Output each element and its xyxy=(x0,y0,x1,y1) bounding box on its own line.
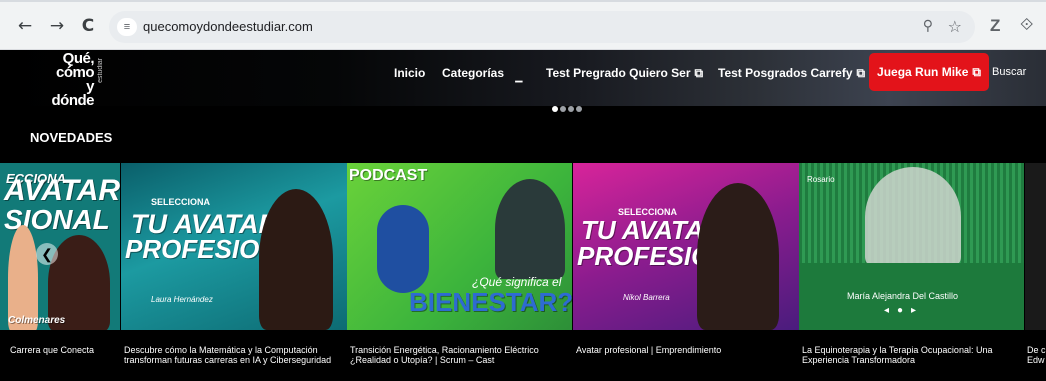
card-caption[interactable]: Avatar profesional | Emprendimiento xyxy=(576,345,799,355)
nav-test-pregrado-label: Test Pregrado Quiero Ser xyxy=(546,66,691,80)
news-card[interactable]: Rosario María Alejandra Del Castillo ◂●▸… xyxy=(799,163,1024,381)
slider-dot[interactable] xyxy=(560,106,566,112)
site-logo[interactable]: Qué, cómo y dónde estudiar xyxy=(46,51,112,108)
slider-dot[interactable] xyxy=(568,106,574,112)
nav-inicio[interactable]: Inicio xyxy=(394,66,425,80)
news-card[interactable]: SELECCIONA TU AVATAR PROFESIONAL Nikol B… xyxy=(573,163,799,381)
card-caption[interactable]: Carrera que Conecta xyxy=(10,345,120,355)
novedades-carousel: ECCIONA AVATAR SIONAL ❮ Colmenares Carre… xyxy=(0,163,1046,381)
person-photo xyxy=(495,179,565,279)
url-text[interactable]: quecomoydondeestudiar.com xyxy=(143,19,313,34)
card-image: Rosario María Alejandra Del Castillo ◂●▸ xyxy=(799,163,1024,330)
slider-dot[interactable] xyxy=(552,106,558,112)
site-header: Qué, cómo y dónde estudiar Inicio Catego… xyxy=(0,50,1046,112)
card-image-text: Rosario xyxy=(807,175,835,184)
card-caption[interactable]: De c Edw xyxy=(1027,345,1046,365)
reload-icon[interactable]: C xyxy=(77,15,99,37)
search-link[interactable]: Buscar xyxy=(992,66,1026,78)
nav-test-posgrados-label: Test Posgrados Carrefy xyxy=(718,66,853,80)
person-photo xyxy=(865,167,961,267)
news-card[interactable]: SELECCIONA TU AVATAR PROFESIONAL Laura H… xyxy=(121,163,347,381)
zoom-icon[interactable]: ⚲ xyxy=(923,18,933,34)
section-title-novedades: NOVEDADES xyxy=(30,130,113,145)
card-caption[interactable]: Descubre cómo la Matemática y la Computa… xyxy=(124,345,347,365)
card-image-text: AVATAR xyxy=(4,174,120,207)
card-image-text: Colmenares xyxy=(8,315,66,326)
external-link-icon: ⧉ xyxy=(694,66,704,80)
news-card[interactable]: De c Edw xyxy=(1025,163,1046,381)
address-bar[interactable]: ≡ quecomoydondeestudiar.com ⚲ ☆ xyxy=(109,11,975,43)
card-caption[interactable]: La Equinoterapia y la Terapia Ocupaciona… xyxy=(802,345,1024,365)
card-image xyxy=(1025,163,1046,330)
nav-test-pregrado[interactable]: Test Pregrado Quiero Ser ⧉ xyxy=(546,66,703,81)
card-image: SELECCIONA TU AVATAR PROFESIONAL Laura H… xyxy=(121,163,347,330)
external-link-icon: ⧉ xyxy=(856,66,866,80)
external-link-icon: ⧉ xyxy=(972,65,981,79)
juega-run-mike-button[interactable]: Juega Run Mike ⧉ xyxy=(869,53,989,91)
extensions-puzzle-icon[interactable]: ⟐ xyxy=(1020,15,1033,35)
nav-test-posgrados[interactable]: Test Posgrados Carrefy ⧉ xyxy=(718,66,865,81)
browser-toolbar: ← → C ≡ quecomoydondeestudiar.com ⚲ ☆ Z … xyxy=(0,0,1046,50)
chevron-down-icon: ▁ xyxy=(515,72,523,82)
nav-categorias-label: Categorías xyxy=(442,66,505,80)
logo-line: dónde xyxy=(51,92,95,109)
bookmark-star-icon[interactable]: ☆ xyxy=(948,17,962,36)
person-photo xyxy=(697,183,779,330)
card-image: SELECCIONA TU AVATAR PROFESIONAL Nikol B… xyxy=(573,163,799,330)
carousel-prev-icon[interactable]: ❮ xyxy=(36,243,58,265)
logo-line: cómo y xyxy=(55,64,95,95)
back-icon[interactable]: ← xyxy=(14,15,36,37)
card-image-text: María Alejandra Del Castillo xyxy=(847,291,959,301)
person-photo xyxy=(259,189,333,330)
slider-dot[interactable] xyxy=(576,106,582,112)
card-image: ECCIONA AVATAR SIONAL ❮ Colmenares xyxy=(0,163,120,330)
card-image-text: PODCAST xyxy=(349,167,428,184)
news-card[interactable]: ECCIONA AVATAR SIONAL ❮ Colmenares Carre… xyxy=(0,163,120,381)
card-image-text: Laura Hernández xyxy=(151,295,213,304)
card-image-text: Nikol Barrera xyxy=(623,293,670,302)
site-info-icon[interactable]: ≡ xyxy=(117,18,137,36)
play-controls-icon: ◂●▸ xyxy=(884,305,925,316)
cta-label: Juega Run Mike xyxy=(877,65,969,79)
slider-dots xyxy=(552,99,584,117)
card-image-text: BIENESTAR? xyxy=(409,287,572,317)
forward-icon[interactable]: → xyxy=(46,15,68,37)
logo-subtitle: estudiar xyxy=(97,58,104,83)
card-image-text: SELECCIONA xyxy=(151,197,211,207)
news-card[interactable]: PODCAST ¿Qué significa el BIENESTAR? Tra… xyxy=(347,163,572,381)
nav-categorias[interactable]: Categorías ▁ xyxy=(442,66,523,82)
card-caption[interactable]: Transición Energética, Racionamiento Elé… xyxy=(350,345,572,365)
extension-z-icon[interactable]: Z xyxy=(990,16,1000,36)
microphone-icon xyxy=(377,205,429,293)
card-image: PODCAST ¿Qué significa el BIENESTAR? xyxy=(347,163,572,330)
